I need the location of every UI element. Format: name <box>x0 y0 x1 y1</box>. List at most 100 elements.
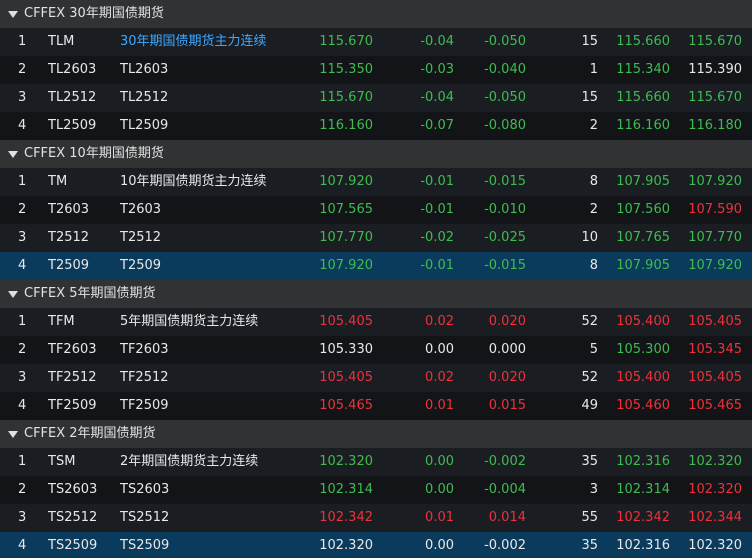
last-price: 102.342 <box>319 510 373 525</box>
last-price: 115.670 <box>319 34 373 49</box>
collapse-triangle-icon[interactable] <box>8 10 18 18</box>
row-index: 4 <box>18 398 27 413</box>
ask-price: 107.590 <box>688 202 742 217</box>
table-row[interactable]: 3 TF2512 TF2512 105.405 0.02 0.020 52 105.400 10… <box>0 364 752 392</box>
change-percent: -0.050 <box>484 34 526 49</box>
contract-name: T2603 <box>120 202 162 217</box>
price-change: -0.03 <box>420 62 454 77</box>
table-row[interactable]: 1 TSM 2年期国债期货主力连续 102.320 0.00 -0.002 35 102.31… <box>0 448 752 476</box>
last-price: 105.330 <box>319 342 373 357</box>
contract-name: TS2509 <box>120 538 170 553</box>
contract-code: TM <box>48 174 68 189</box>
table-row[interactable]: 4 TS2509 TS2509 102.320 0.00 -0.002 35 102.316 1… <box>0 532 752 558</box>
table-row[interactable]: 4 T2509 T2509 107.920 -0.01 -0.015 8 107.905 107… <box>0 252 752 280</box>
table-row[interactable]: 3 T2512 T2512 107.770 -0.02 -0.025 10 107.765 10… <box>0 224 752 252</box>
row-index: 1 <box>18 454 27 469</box>
table-row[interactable]: 3 TS2512 TS2512 102.342 0.01 0.014 55 102.342 10… <box>0 504 752 532</box>
group-header[interactable]: CFFEX 30年期国债期货 <box>0 0 752 28</box>
row-index: 2 <box>18 202 27 217</box>
contract-name: TF2512 <box>120 370 169 385</box>
table-row[interactable]: 1 TM 10年期国债期货主力连续 107.920 -0.01 -0.015 8 107.90… <box>0 168 752 196</box>
row-index: 3 <box>18 90 27 105</box>
price-change: 0.00 <box>425 454 454 469</box>
contract-code: TFM <box>48 314 75 329</box>
change-percent: 0.020 <box>488 370 526 385</box>
volume: 8 <box>589 174 598 189</box>
price-change: -0.04 <box>420 34 454 49</box>
group-header[interactable]: CFFEX 5年期国债期货 <box>0 280 752 308</box>
contract-code: T2512 <box>48 230 90 245</box>
contract-name: TL2603 <box>120 62 169 77</box>
table-row[interactable]: 4 TL2509 TL2509 116.160 -0.07 -0.080 2 116.160 1… <box>0 112 752 140</box>
volume: 15 <box>581 34 598 49</box>
price-change: 0.00 <box>425 482 454 497</box>
change-percent: -0.040 <box>484 62 526 77</box>
table-row[interactable]: 1 TFM 5年期国债期货主力连续 105.405 0.02 0.020 52 105.400… <box>0 308 752 336</box>
last-price: 107.920 <box>319 174 373 189</box>
contract-code: TL2603 <box>48 62 97 77</box>
price-change: 0.02 <box>425 314 454 329</box>
bid-price: 102.316 <box>616 538 670 553</box>
last-price: 107.770 <box>319 230 373 245</box>
change-percent: -0.025 <box>484 230 526 245</box>
last-price: 115.670 <box>319 90 373 105</box>
row-index: 2 <box>18 342 27 357</box>
price-change: -0.04 <box>420 90 454 105</box>
ask-price: 115.670 <box>688 90 742 105</box>
bid-price: 107.905 <box>616 258 670 273</box>
contract-code: TF2603 <box>48 342 97 357</box>
volume: 8 <box>589 258 598 273</box>
row-index: 1 <box>18 174 27 189</box>
table-row[interactable]: 2 T2603 T2603 107.565 -0.01 -0.010 2 107.560 107… <box>0 196 752 224</box>
change-percent: 0.014 <box>488 510 526 525</box>
volume: 5 <box>589 342 598 357</box>
group-header[interactable]: CFFEX 2年期国债期货 <box>0 420 752 448</box>
row-index: 3 <box>18 230 27 245</box>
group-title: CFFEX 30年期国债期货 <box>24 6 164 21</box>
contract-name: 10年期国债期货主力连续 <box>120 174 267 189</box>
collapse-triangle-icon[interactable] <box>8 430 18 438</box>
contract-code: TF2509 <box>48 398 97 413</box>
contract-name: 2年期国债期货主力连续 <box>120 454 259 469</box>
last-price: 116.160 <box>319 118 373 133</box>
bid-price: 107.560 <box>616 202 670 217</box>
ask-price: 107.920 <box>688 258 742 273</box>
volume: 55 <box>581 510 598 525</box>
collapse-triangle-icon[interactable] <box>8 290 18 298</box>
change-percent: -0.004 <box>484 482 526 497</box>
group-header[interactable]: CFFEX 10年期国债期货 <box>0 140 752 168</box>
row-index: 1 <box>18 314 27 329</box>
change-percent: -0.050 <box>484 90 526 105</box>
volume: 2 <box>589 118 598 133</box>
group-title: CFFEX 10年期国债期货 <box>24 146 164 161</box>
table-row[interactable]: 2 TF2603 TF2603 105.330 0.00 0.000 5 105.300 105… <box>0 336 752 364</box>
row-index: 4 <box>18 118 27 133</box>
table-row[interactable]: 2 TS2603 TS2603 102.314 0.00 -0.004 3 102.314 10… <box>0 476 752 504</box>
price-change: 0.00 <box>425 538 454 553</box>
price-change: 0.00 <box>425 342 454 357</box>
table-row[interactable]: 3 TL2512 TL2512 115.670 -0.04 -0.050 15 115.660… <box>0 84 752 112</box>
volume: 10 <box>581 230 598 245</box>
volume: 52 <box>581 314 598 329</box>
last-price: 105.405 <box>319 370 373 385</box>
contract-code: TS2509 <box>48 538 98 553</box>
table-row[interactable]: 1 TLM 30年期国债期货主力连续 115.670 -0.04 -0.050 15 115.… <box>0 28 752 56</box>
contract-code: TSM <box>48 454 76 469</box>
table-row[interactable]: 2 TL2603 TL2603 115.350 -0.03 -0.040 1 115.340 1… <box>0 56 752 84</box>
change-percent: 0.000 <box>488 342 526 357</box>
volume: 2 <box>589 202 598 217</box>
contract-code: TF2512 <box>48 370 97 385</box>
ask-price: 105.465 <box>688 398 742 413</box>
change-percent: -0.015 <box>484 258 526 273</box>
row-index: 2 <box>18 62 27 77</box>
volume: 15 <box>581 90 598 105</box>
table-row[interactable]: 4 TF2509 TF2509 105.465 0.01 0.015 49 105.460 10… <box>0 392 752 420</box>
contract-code: TL2509 <box>48 118 97 133</box>
collapse-triangle-icon[interactable] <box>8 150 18 158</box>
contract-name: TL2509 <box>120 118 169 133</box>
contract-name: TF2603 <box>120 342 169 357</box>
last-price: 107.565 <box>319 202 373 217</box>
bid-price: 107.905 <box>616 174 670 189</box>
price-change: -0.01 <box>420 258 454 273</box>
price-change: -0.02 <box>420 230 454 245</box>
